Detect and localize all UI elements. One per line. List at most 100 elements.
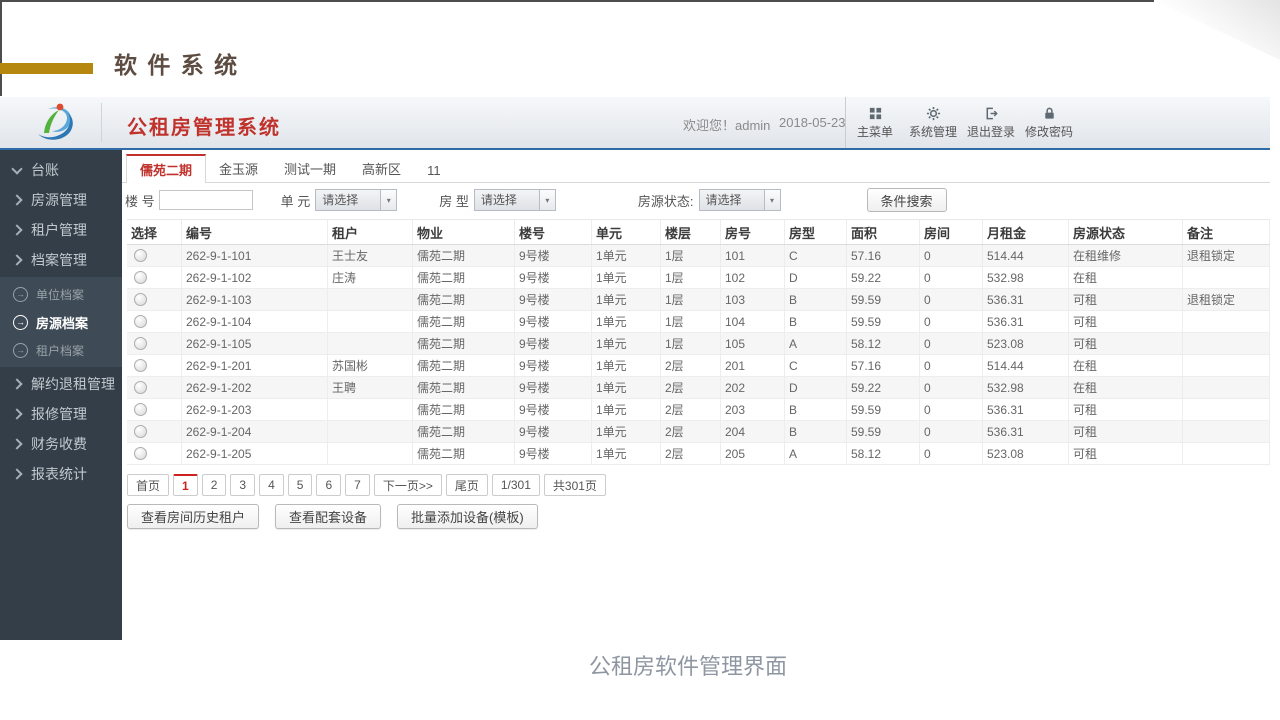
table-row: 262-9-1-101 王士友 儒苑二期 9号楼 1单元 1层 101 C 57.16 0 514.…	[127, 245, 1270, 267]
sidebar-item-housing-management[interactable]: 房源管理	[0, 185, 122, 215]
column-header-room: 房号	[721, 220, 785, 244]
sidebar-item-unit-archive[interactable]: → 单位档案	[0, 280, 122, 308]
table-cell	[328, 289, 413, 310]
pager-page-7[interactable]: 7	[345, 474, 370, 496]
table-cell: 536.31	[983, 311, 1069, 332]
sidebar-item-label: 报修管理	[31, 406, 87, 422]
table-cell: 1单元	[592, 245, 661, 266]
building-number-input[interactable]	[158, 190, 253, 210]
table-cell: 103	[721, 289, 785, 310]
building-label: 楼 号	[125, 193, 155, 209]
pager-total-pages[interactable]: 共301页	[543, 474, 606, 496]
pager-page-6[interactable]: 6	[316, 474, 342, 496]
app-header: 公租房管理系统 欢迎您！admin 2018-05-23 主菜单 系统管理 退出登录…	[0, 97, 1270, 150]
view-room-history-tenants-button[interactable]: 查看房间历史租户	[127, 504, 260, 529]
system-management-button[interactable]: 系统管理	[904, 97, 962, 148]
chevron-right-icon	[11, 468, 23, 480]
tab-ruyuan-phase2[interactable]: 儒苑二期	[126, 154, 207, 183]
row-radio[interactable]	[134, 315, 147, 328]
tab-test-phase1[interactable]: 测试一期	[271, 155, 349, 182]
row-radio[interactable]	[134, 293, 147, 306]
table-row: 262-9-1-102 庄涛 儒苑二期 9号楼 1单元 1层 102 D 59.22 0 532.9…	[127, 267, 1270, 289]
chevron-down-icon[interactable]: ▾	[538, 189, 556, 211]
row-radio[interactable]	[134, 381, 147, 394]
table-cell: 0	[920, 421, 983, 442]
column-header-select: 选择	[127, 220, 182, 244]
row-select-cell	[127, 399, 182, 420]
sidebar-item-tenant-management[interactable]: 租户管理	[0, 215, 122, 245]
table-row: 262-9-1-103 儒苑二期 9号楼 1单元 1层 103 B 59.59 0 536.31 可…	[127, 289, 1270, 311]
view-equipment-button[interactable]: 查看配套设备	[275, 504, 382, 529]
menu-item-label: 修改密码	[1024, 124, 1073, 139]
sidebar-item-report-statistics[interactable]: 报表统计	[0, 459, 122, 489]
slide-title: 软 件 系 统	[114, 52, 240, 78]
status-select[interactable]: 请选择 ▾	[698, 189, 781, 211]
table-cell: 退租锁定	[1183, 245, 1270, 266]
table-cell: B	[785, 399, 847, 420]
change-password-button[interactable]: 修改密码	[1020, 97, 1078, 148]
table-cell: 9号楼	[515, 443, 592, 464]
sidebar-item-label: 房源管理	[31, 192, 87, 208]
table-cell: 苏国彬	[328, 355, 413, 376]
table-cell: 59.22	[847, 377, 920, 398]
sidebar-item-label: 台账	[31, 162, 59, 178]
row-radio[interactable]	[134, 337, 147, 350]
table-cell: 262-9-1-102	[182, 267, 328, 288]
tab-11[interactable]: 11	[414, 159, 454, 182]
table-cell: 536.31	[983, 421, 1069, 442]
table-cell: C	[785, 245, 847, 266]
tab-jinyuyuan[interactable]: 金玉源	[206, 155, 271, 182]
logout-button[interactable]: 退出登录	[962, 97, 1020, 148]
sidebar-item-ledger[interactable]: 台账	[0, 155, 122, 185]
pager-last[interactable]: 尾页	[445, 474, 488, 496]
row-select-cell	[127, 289, 182, 310]
search-button[interactable]: 条件搜索	[866, 188, 947, 212]
slide: 软 件 系 统 公租房管理系统 欢迎您！admin 2018-05-23 主菜单…	[0, 0, 1280, 720]
table-cell: 59.59	[847, 289, 920, 310]
pager-page-2[interactable]: 2	[201, 474, 227, 496]
table-cell: B	[785, 311, 847, 332]
table-cell	[328, 443, 413, 464]
table-cell: 在租	[1069, 377, 1183, 398]
chevron-down-icon[interactable]: ▾	[763, 189, 781, 211]
row-radio[interactable]	[134, 447, 147, 460]
pager-current-indicator[interactable]: 1/301	[491, 474, 540, 496]
sidebar-item-tenant-archive[interactable]: → 租户档案	[0, 336, 122, 364]
table-cell: 1单元	[592, 377, 661, 398]
circle-arrow-icon: →	[13, 314, 28, 330]
pager-page-3[interactable]: 3	[230, 474, 256, 496]
pager-page-5[interactable]: 5	[287, 474, 313, 496]
unit-select[interactable]: 请选择 ▾	[315, 189, 398, 211]
row-radio[interactable]	[134, 403, 147, 416]
column-header-floor: 楼层	[661, 220, 721, 244]
batch-add-equipment-template-button[interactable]: 批量添加设备(模板)	[397, 504, 538, 529]
sidebar-item-label: 租户管理	[31, 222, 87, 238]
table-cell: 59.22	[847, 267, 920, 288]
row-radio[interactable]	[134, 271, 147, 284]
pager-next[interactable]: 下一页>>	[373, 474, 442, 496]
sidebar-item-termination-management[interactable]: 解约退租管理	[0, 369, 122, 399]
table-cell: 儒苑二期	[413, 421, 515, 442]
room-type-select[interactable]: 请选择 ▾	[473, 189, 556, 211]
table-cell: 0	[920, 311, 983, 332]
row-select-cell	[127, 245, 182, 266]
row-radio[interactable]	[134, 425, 147, 438]
chevron-down-icon[interactable]: ▾	[380, 189, 398, 211]
row-radio[interactable]	[134, 249, 147, 262]
app-window: 公租房管理系统 欢迎您！admin 2018-05-23 主菜单 系统管理 退出登录…	[0, 97, 1270, 640]
sidebar-item-label: 档案管理	[31, 252, 87, 268]
pager-page-1[interactable]: 1	[173, 474, 198, 496]
sidebar-item-archive-management[interactable]: 档案管理	[0, 245, 122, 275]
status-label: 房源状态:	[637, 193, 694, 209]
pager-page-4[interactable]: 4	[259, 474, 284, 496]
tab-gaoxin-district[interactable]: 高新区	[349, 155, 414, 182]
table-cell	[1183, 333, 1270, 354]
sidebar-item-repair-management[interactable]: 报修管理	[0, 399, 122, 429]
sidebar-item-finance-charges[interactable]: 财务收费	[0, 429, 122, 459]
table-cell: 58.12	[847, 443, 920, 464]
table-cell: 2层	[661, 399, 721, 420]
main-menu-button[interactable]: 主菜单	[846, 97, 904, 148]
pager-first[interactable]: 首页	[127, 474, 170, 496]
sidebar-item-housing-archive[interactable]: → 房源档案	[0, 308, 122, 336]
row-radio[interactable]	[134, 359, 147, 372]
